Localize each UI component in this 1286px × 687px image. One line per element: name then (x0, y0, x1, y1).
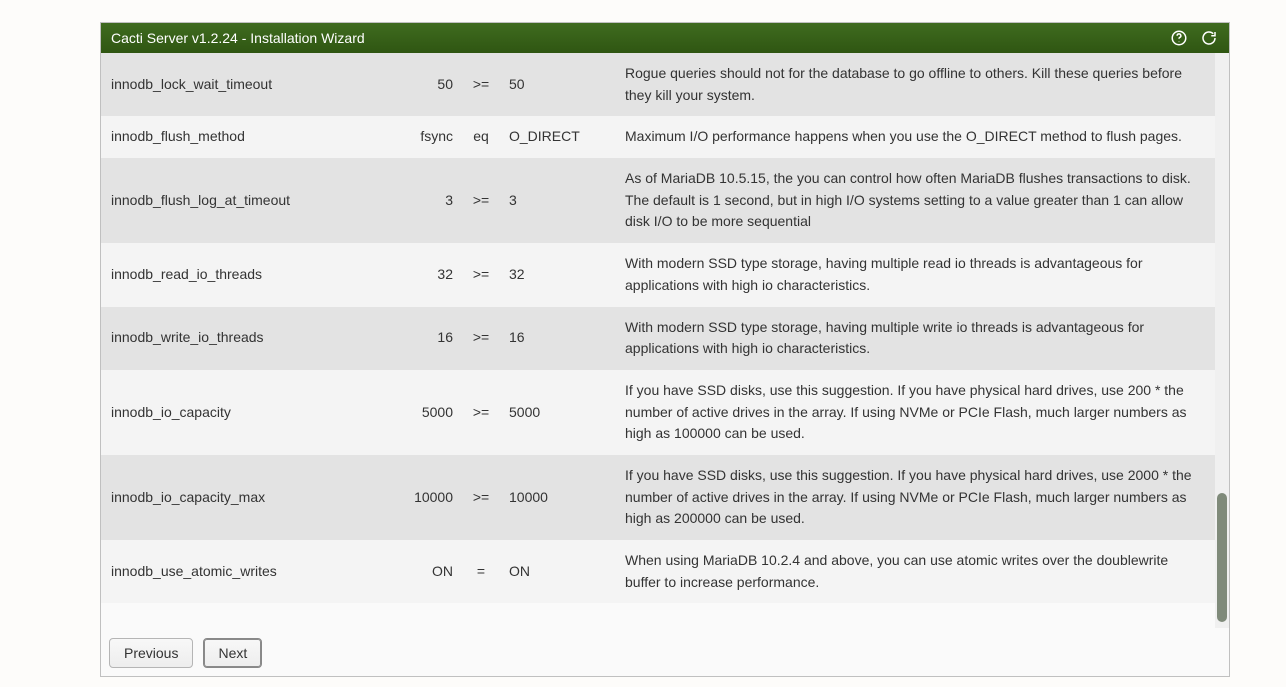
wizard-footer: Previous Next (101, 628, 1229, 676)
setting-op: eq (461, 116, 501, 158)
table-row: innodb_flush_method fsync eq O_DIRECT Ma… (101, 116, 1215, 158)
setting-desc: Maximum I/O performance happens when you… (617, 116, 1215, 158)
db-settings-table: innodb_lock_wait_timeout 50 >= 50 Rogue … (101, 53, 1215, 603)
setting-name: innodb_read_io_threads (101, 243, 361, 306)
setting-op: >= (461, 158, 501, 243)
table-row: innodb_io_capacity_max 10000 >= 10000 If… (101, 455, 1215, 540)
install-wizard-window: Cacti Server v1.2.24 - Installation Wiza… (100, 22, 1230, 677)
setting-current: 5000 (361, 370, 461, 455)
setting-name: innodb_use_atomic_writes (101, 540, 361, 603)
setting-desc: If you have SSD disks, use this suggesti… (617, 370, 1215, 455)
setting-name: innodb_lock_wait_timeout (101, 53, 361, 116)
reload-icon[interactable] (1199, 28, 1219, 48)
previous-button[interactable]: Previous (109, 638, 193, 668)
window-titlebar: Cacti Server v1.2.24 - Installation Wiza… (101, 23, 1229, 53)
setting-current: 16 (361, 307, 461, 370)
setting-op: >= (461, 307, 501, 370)
setting-desc: Rogue queries should not for the databas… (617, 53, 1215, 116)
setting-desc: With modern SSD type storage, having mul… (617, 307, 1215, 370)
table-row: innodb_read_io_threads 32 >= 32 With mod… (101, 243, 1215, 306)
setting-op: >= (461, 455, 501, 540)
setting-name: innodb_write_io_threads (101, 307, 361, 370)
setting-name: innodb_io_capacity (101, 370, 361, 455)
setting-desc: When using MariaDB 10.2.4 and above, you… (617, 540, 1215, 603)
setting-current: 10000 (361, 455, 461, 540)
setting-op: >= (461, 243, 501, 306)
setting-recommended: 10000 (501, 455, 617, 540)
setting-current: 3 (361, 158, 461, 243)
setting-current: fsync (361, 116, 461, 158)
setting-recommended: 5000 (501, 370, 617, 455)
setting-current: 32 (361, 243, 461, 306)
setting-op: >= (461, 53, 501, 116)
setting-recommended: O_DIRECT (501, 116, 617, 158)
setting-current: 50 (361, 53, 461, 116)
setting-desc: As of MariaDB 10.5.15, the you can contr… (617, 158, 1215, 243)
setting-name: innodb_flush_log_at_timeout (101, 158, 361, 243)
settings-scroll-region: innodb_lock_wait_timeout 50 >= 50 Rogue … (101, 53, 1215, 628)
table-row: innodb_use_atomic_writes ON = ON When us… (101, 540, 1215, 603)
setting-op: >= (461, 370, 501, 455)
wizard-content: innodb_lock_wait_timeout 50 >= 50 Rogue … (101, 53, 1229, 628)
setting-recommended: 16 (501, 307, 617, 370)
window-title: Cacti Server v1.2.24 - Installation Wiza… (111, 30, 1159, 46)
table-row: innodb_write_io_threads 16 >= 16 With mo… (101, 307, 1215, 370)
next-button[interactable]: Next (203, 638, 262, 668)
setting-current: ON (361, 540, 461, 603)
setting-recommended: 32 (501, 243, 617, 306)
setting-op: = (461, 540, 501, 603)
table-row: innodb_lock_wait_timeout 50 >= 50 Rogue … (101, 53, 1215, 116)
table-row: innodb_io_capacity 5000 >= 5000 If you h… (101, 370, 1215, 455)
setting-desc: If you have SSD disks, use this suggesti… (617, 455, 1215, 540)
help-icon[interactable] (1169, 28, 1189, 48)
table-row: innodb_flush_log_at_timeout 3 >= 3 As of… (101, 158, 1215, 243)
setting-recommended: ON (501, 540, 617, 603)
setting-name: innodb_io_capacity_max (101, 455, 361, 540)
setting-name: innodb_flush_method (101, 116, 361, 158)
scrollbar-thumb[interactable] (1217, 493, 1227, 622)
setting-recommended: 3 (501, 158, 617, 243)
setting-desc: With modern SSD type storage, having mul… (617, 243, 1215, 306)
setting-recommended: 50 (501, 53, 617, 116)
vertical-scrollbar[interactable] (1215, 53, 1229, 628)
